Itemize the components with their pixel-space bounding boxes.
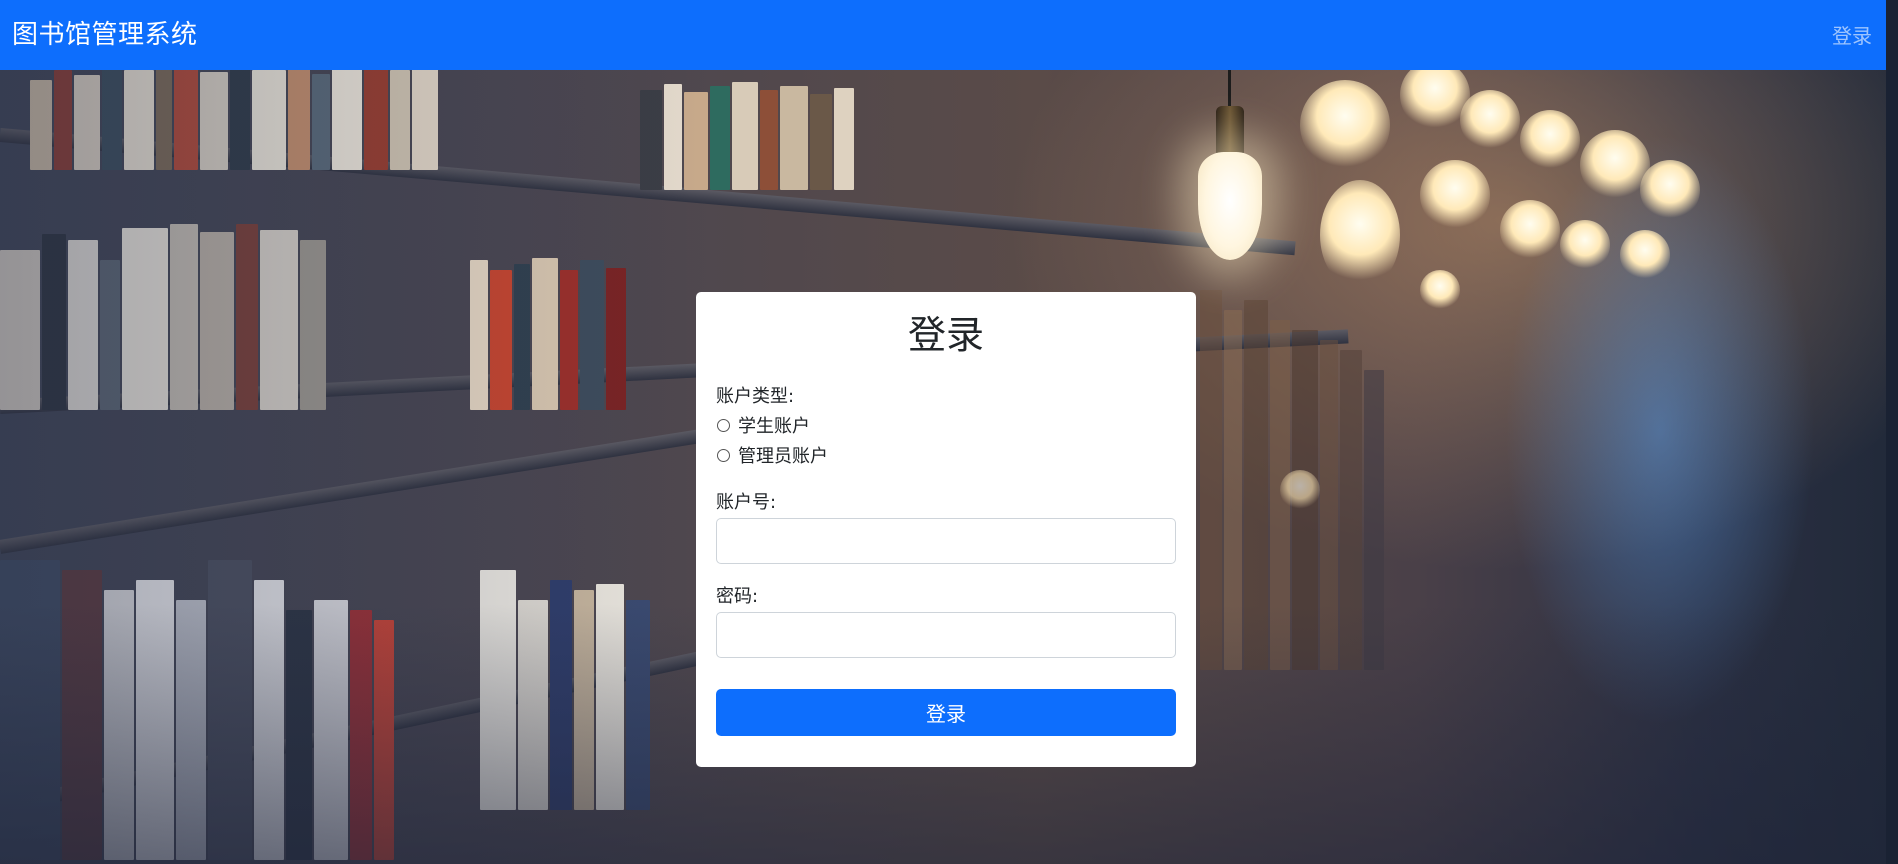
admin-account-radio[interactable]: [717, 448, 730, 462]
lamp-wire: [1228, 70, 1231, 110]
light-bulb-glow: [1320, 180, 1400, 290]
light-bulb-glow: [1300, 80, 1390, 170]
light-bulb-glow: [1640, 160, 1700, 220]
light-bulb-glow: [1500, 200, 1560, 260]
light-bulb-glow: [1420, 160, 1490, 230]
nav-login-link[interactable]: 登录: [1832, 22, 1872, 50]
app-brand[interactable]: 图书馆管理系统: [12, 18, 198, 52]
light-bulb-glow: [1620, 230, 1670, 280]
light-bulb-glow: [1280, 470, 1320, 510]
light-bulb-icon: [1198, 152, 1262, 260]
account-number-input[interactable]: [716, 518, 1176, 564]
login-card: 登录 账户类型: 学生账户 管理员账户 账户号: 密码: 登录: [696, 292, 1196, 767]
account-type-label: 账户类型:: [716, 386, 795, 407]
student-account-label[interactable]: 学生账户: [738, 412, 810, 438]
student-account-option[interactable]: 学生账户: [716, 410, 1176, 440]
account-number-label: 账户号:: [716, 492, 777, 513]
light-bulb-glow: [1460, 90, 1520, 150]
password-label: 密码:: [716, 586, 759, 607]
admin-account-option[interactable]: 管理员账户: [716, 440, 1176, 470]
top-navbar: 图书馆管理系统 登录: [0, 0, 1898, 70]
password-input[interactable]: [716, 612, 1176, 658]
admin-account-label[interactable]: 管理员账户: [738, 442, 828, 468]
login-title: 登录: [907, 313, 984, 357]
lamp-socket: [1216, 106, 1244, 154]
page-scrollbar[interactable]: [1886, 0, 1898, 864]
light-bulb-glow: [1520, 110, 1580, 170]
light-bulb-glow: [1420, 270, 1460, 310]
student-account-radio[interactable]: [717, 418, 730, 432]
login-submit-button[interactable]: 登录: [716, 689, 1176, 736]
light-bulb-glow: [1560, 220, 1610, 270]
